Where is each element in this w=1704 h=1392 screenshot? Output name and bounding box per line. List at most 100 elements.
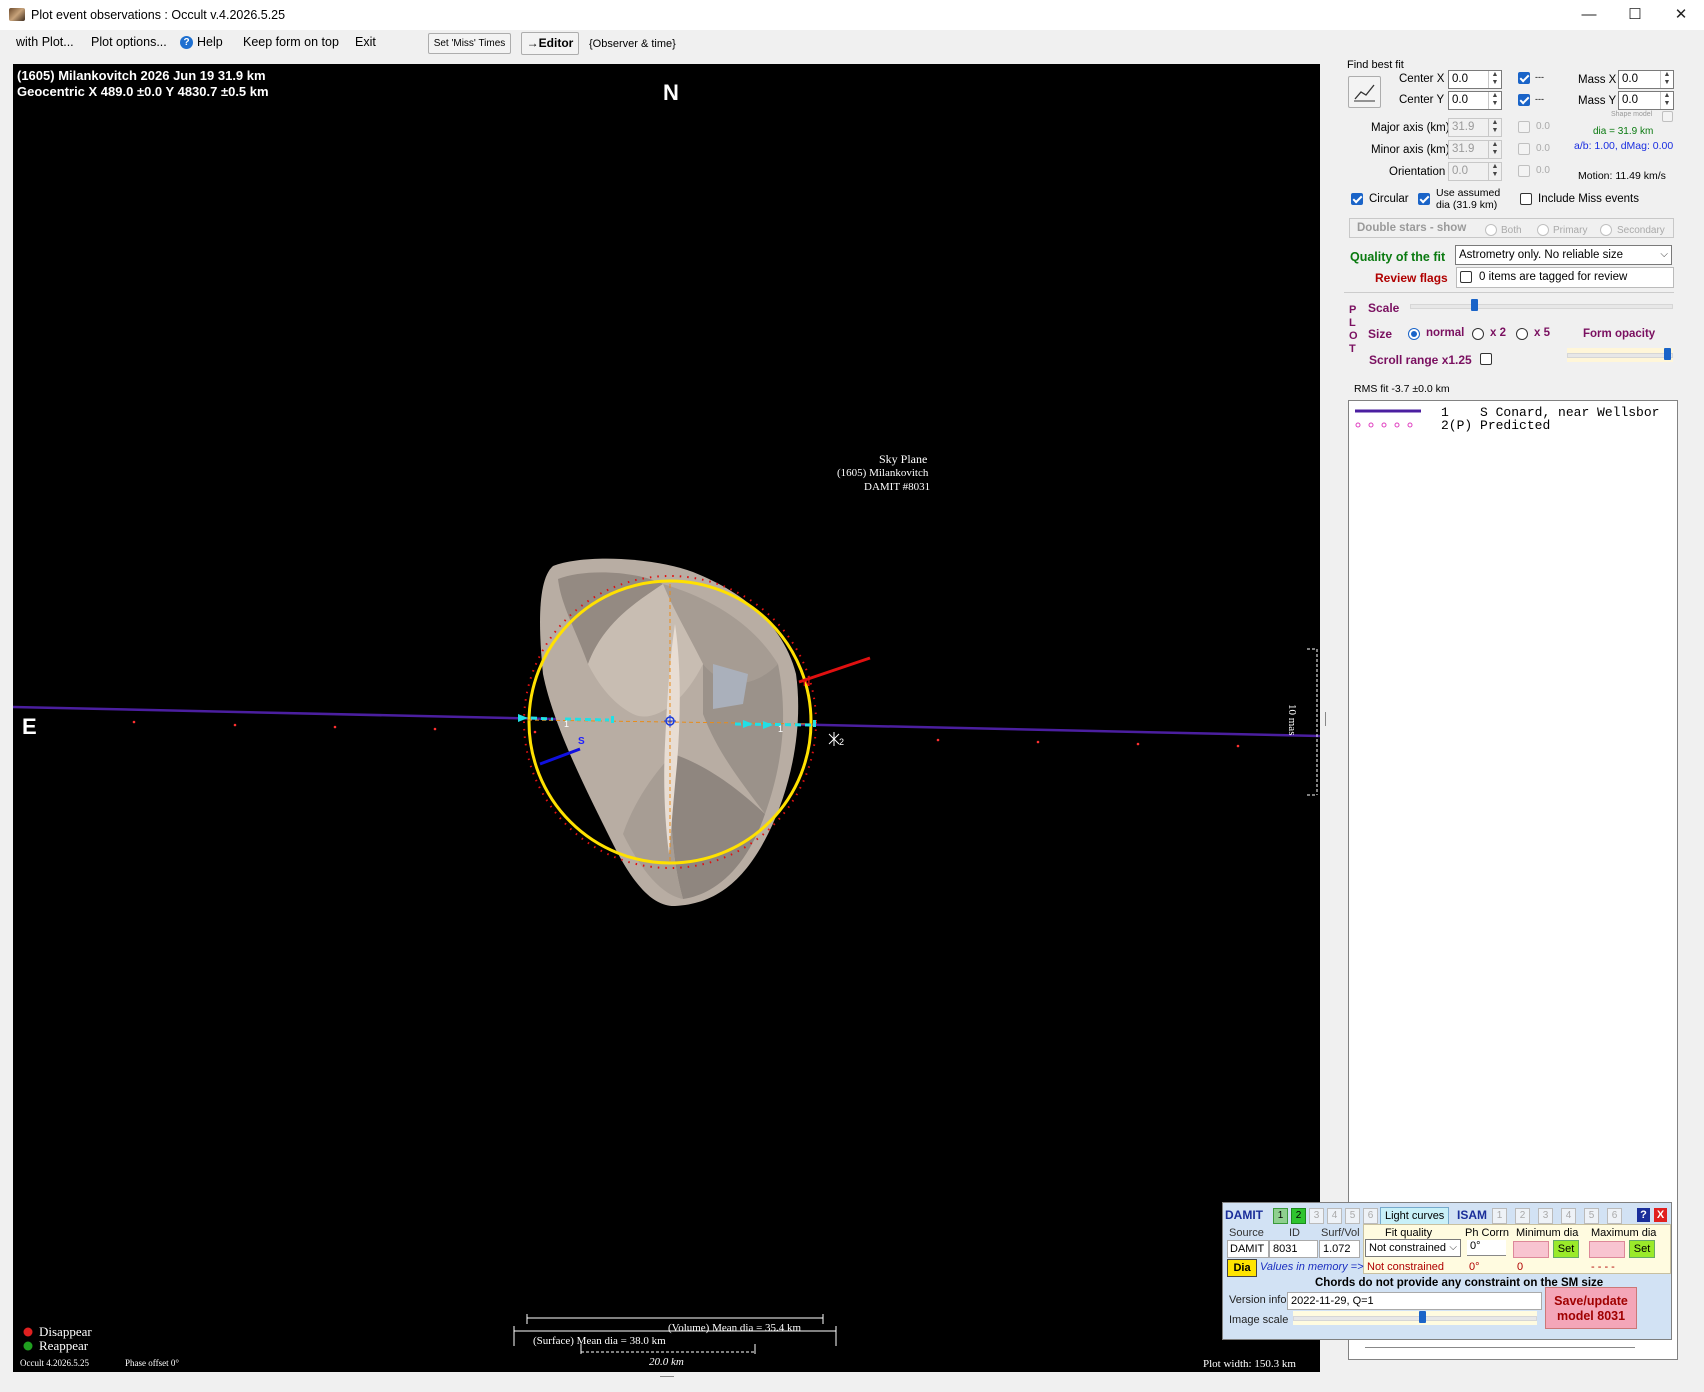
double-secondary-radio[interactable] [1600, 224, 1612, 236]
maximize-button[interactable]: ☐ [1612, 0, 1658, 30]
damit-tab-3[interactable]: 3 [1309, 1208, 1324, 1224]
fit-center-y-dash: --- [1535, 94, 1544, 104]
damit-tab-2[interactable]: 2 [1291, 1208, 1306, 1224]
opacity-slider-thumb[interactable] [1664, 348, 1671, 360]
spin-arrows-icon[interactable]: ▲ ▼ [1488, 119, 1501, 136]
isam-tab-3[interactable]: 3 [1538, 1208, 1553, 1224]
isam-tab-2[interactable]: 2 [1515, 1208, 1530, 1224]
use-assumed-checkbox[interactable] [1418, 193, 1430, 205]
size-x2-radio[interactable] [1472, 328, 1484, 340]
min-dia-field[interactable] [1513, 1241, 1549, 1258]
review-flags-checkbox[interactable] [1460, 271, 1472, 283]
isam-tab-5[interactable]: 5 [1584, 1208, 1599, 1224]
disappear-dot [23, 1327, 33, 1337]
set-miss-times-button[interactable]: Set 'Miss' Times [428, 33, 511, 54]
size-x5-radio[interactable] [1516, 328, 1528, 340]
circular-checkbox[interactable] [1351, 193, 1363, 205]
mass-y-input[interactable]: 0.0 ▲ ▼ [1618, 91, 1674, 110]
minimize-button[interactable]: — [1566, 0, 1612, 30]
dia-button[interactable]: Dia [1227, 1259, 1257, 1277]
spin-arrows-icon[interactable]: ▲ ▼ [1488, 141, 1501, 158]
fit-orientation-checkbox[interactable] [1518, 165, 1530, 177]
double-both-radio[interactable] [1485, 224, 1497, 236]
menu-keep-on-top[interactable]: Keep form on top [243, 35, 339, 49]
shape-model-checkbox[interactable] [1662, 111, 1673, 122]
opacity-slider[interactable] [1567, 348, 1673, 362]
center-x-label: Center X [1399, 73, 1445, 85]
spin-arrows-icon[interactable]: ▲ ▼ [1488, 92, 1501, 109]
image-scale-slider-thumb[interactable] [1419, 1311, 1426, 1323]
damit-tab-4[interactable]: 4 [1327, 1208, 1342, 1224]
source-field[interactable]: DAMIT [1227, 1240, 1269, 1258]
mass-x-input[interactable]: 0.0 ▲ ▼ [1618, 70, 1674, 89]
isam-tab-6[interactable]: 6 [1607, 1208, 1622, 1224]
observer-time-label: {Observer & time} [589, 38, 676, 50]
damit-tab-6[interactable]: 6 [1363, 1208, 1378, 1224]
plot-header-line2: Geocentric X 489.0 ±0.0 Y 4830.7 ±0.5 km [17, 84, 269, 99]
spin-arrows-icon[interactable]: ▲ ▼ [1660, 71, 1673, 88]
light-curves-button[interactable]: Light curves [1380, 1207, 1450, 1225]
fit-major-unc: 0.0 [1536, 121, 1550, 132]
fit-quality-dropdown[interactable]: Not constrained ⌵ [1365, 1239, 1461, 1257]
legend-row-2[interactable]: 2(P) Predicted [1441, 418, 1550, 433]
scale-slider-thumb[interactable] [1471, 299, 1478, 311]
max-dia-field[interactable] [1589, 1241, 1625, 1258]
center-x-input[interactable]: 0.0 ▲ ▼ [1448, 70, 1502, 89]
sky-plane-damit: DAMIT #8031 [864, 481, 931, 493]
id-field[interactable]: 8031 [1269, 1240, 1318, 1258]
close-button[interactable]: ✕ [1658, 0, 1704, 30]
spin-arrows-icon[interactable]: ▲ ▼ [1488, 71, 1501, 88]
window-title: Plot event observations : Occult v.4.202… [31, 8, 286, 22]
orientation-input[interactable]: 0.0 ▲ ▼ [1448, 162, 1502, 181]
form-opacity-label: Form opacity [1583, 328, 1656, 340]
damit-tab-5[interactable]: 5 [1345, 1208, 1360, 1224]
plot-canvas[interactable]: (1605) Milankovitch 2026 Jun 19 31.9 km … [13, 64, 1320, 1372]
menu-exit[interactable]: Exit [355, 35, 376, 49]
size-normal-radio[interactable] [1408, 328, 1420, 340]
fit-minor-checkbox[interactable] [1518, 143, 1530, 155]
double-stars-label: Double stars - show [1357, 222, 1467, 234]
isam-tab-1[interactable]: 1 [1492, 1208, 1507, 1224]
quality-dropdown[interactable]: Astrometry only. No reliable size ⌵ [1455, 245, 1672, 265]
surfvol-field[interactable]: 1.072 [1319, 1240, 1360, 1258]
bottom-grip[interactable] [660, 1376, 674, 1377]
id-header: ID [1289, 1227, 1300, 1239]
menu-help[interactable]: Help [197, 35, 223, 49]
image-scale-slider[interactable] [1293, 1311, 1537, 1325]
minor-axis-input[interactable]: 31.9 ▲ ▼ [1448, 140, 1502, 159]
splitter-grip[interactable] [1325, 712, 1326, 726]
double-primary-radio[interactable] [1537, 224, 1549, 236]
version-info-field[interactable]: 2022-11-29, Q=1 [1287, 1292, 1542, 1310]
spin-arrows-icon[interactable]: ▲ ▼ [1660, 92, 1673, 109]
fit-center-x-checkbox[interactable] [1518, 72, 1530, 84]
fit-major-checkbox[interactable] [1518, 121, 1530, 133]
include-miss-checkbox[interactable] [1520, 193, 1532, 205]
find-best-fit-label: Find best fit [1347, 59, 1404, 71]
set-min-dia-button[interactable]: Set [1553, 1240, 1579, 1258]
size-x2-label: x 2 [1490, 327, 1506, 339]
ph-corrn-field[interactable]: 0° [1467, 1240, 1506, 1256]
help-icon[interactable]: ? [1637, 1208, 1650, 1222]
reappear-label: Reappear [39, 1338, 89, 1353]
shape-model-label: Shape model [1611, 111, 1653, 118]
find-best-fit-button[interactable] [1348, 76, 1381, 108]
damit-tab-1[interactable]: 1 [1273, 1208, 1288, 1224]
fit-center-y-checkbox[interactable] [1518, 94, 1530, 106]
set-max-dia-button[interactable]: Set [1629, 1240, 1655, 1258]
app-icon [9, 8, 25, 21]
isam-tab-4[interactable]: 4 [1561, 1208, 1576, 1224]
menu-plot-options[interactable]: Plot options... [91, 35, 167, 49]
scale-slider[interactable] [1410, 299, 1673, 313]
spin-arrows-icon[interactable]: ▲ ▼ [1488, 163, 1501, 180]
save-update-model-button[interactable]: Save/update model 8031 [1545, 1287, 1637, 1329]
help-icon[interactable]: ? [180, 36, 193, 49]
major-axis-input[interactable]: 31.9 ▲ ▼ [1448, 118, 1502, 137]
scroll-range-checkbox[interactable] [1480, 353, 1492, 365]
save-update-label: Save/update [1554, 1294, 1628, 1308]
menu-with-plot[interactable]: with Plot... [16, 35, 74, 49]
editor-button[interactable]: →Editor [521, 32, 579, 55]
center-y-input[interactable]: 0.0 ▲ ▼ [1448, 91, 1502, 110]
sky-plane-asteroid: (1605) Milankovitch [837, 467, 929, 479]
major-axis-value: 31.9 [1452, 121, 1475, 133]
close-icon[interactable]: X [1654, 1208, 1667, 1222]
